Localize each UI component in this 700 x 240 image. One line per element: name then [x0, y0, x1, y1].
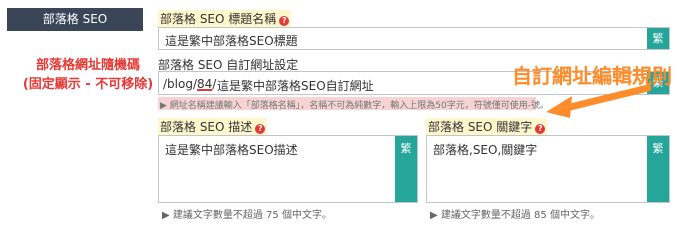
translate-button[interactable]: 繁	[647, 28, 669, 49]
keywords-hint: ▶ 建議文字數量不超過 85 個中文字。	[430, 210, 600, 221]
seo-title-input[interactable]: 這是繁中部落格SEO標題 繁	[158, 27, 670, 50]
note-line-1: 部落格網址隨機碼	[35, 58, 140, 73]
desc-field-label: 部落格 SEO 描述?	[158, 118, 268, 135]
url-prefix: /blog/84/	[163, 77, 217, 91]
required-icon: ?	[255, 124, 266, 134]
required-icon: ?	[279, 16, 290, 26]
annotation-arrow-icon	[546, 84, 652, 118]
url-random-code-note: 部落格網址隨機碼 (固定顯示 - 不可移除)	[10, 56, 166, 94]
translate-button[interactable]: 繁	[647, 136, 669, 202]
sidebar-tab-blog-seo[interactable]: 部落格 SEO	[7, 8, 143, 31]
seo-keywords-textarea[interactable]: 部落格,SEO,關鍵字 繁	[426, 135, 670, 203]
seo-description-textarea[interactable]: 這是繁中部落格SEO描述 繁	[158, 135, 418, 203]
note-line-2: (固定顯示 - 不可移除)	[22, 77, 154, 92]
title-field-label: 部落格 SEO 標題名稱?	[158, 10, 292, 27]
keywords-field-label: 部落格 SEO 關鍵字?	[426, 118, 548, 135]
required-icon: ?	[535, 124, 546, 134]
desc-hint: ▶ 建議文字數量不超過 75 個中文字。	[162, 210, 332, 221]
url-hint: ▶ 網址名稱建議輸入「部落格名稱」，名稱不可為純數字，輸入上限為50字元，符號僅…	[160, 101, 549, 111]
url-random-code: 84	[197, 77, 213, 91]
translate-button[interactable]: 繁	[395, 136, 417, 202]
